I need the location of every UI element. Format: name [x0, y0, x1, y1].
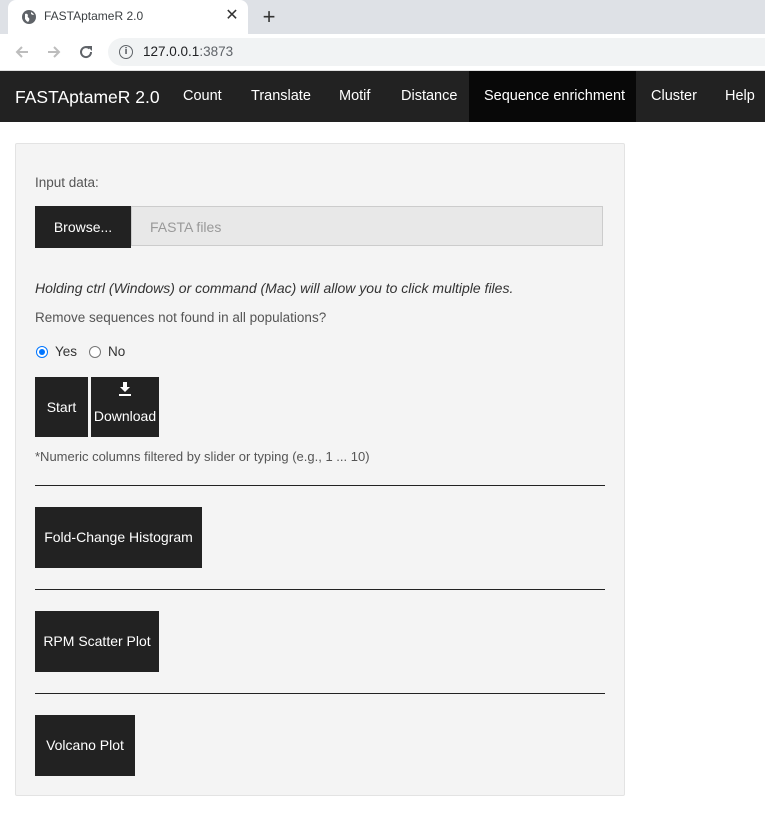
back-arrow-icon[interactable]: [12, 42, 32, 62]
divider: [35, 485, 605, 486]
forward-arrow-icon[interactable]: [44, 42, 64, 62]
tab-title: FASTAptameR 2.0: [44, 9, 144, 23]
sidebar-panel: Input data: Browse... FASTA files Holdin…: [15, 143, 625, 796]
rpm-scatter-plot-button[interactable]: RPM Scatter Plot: [35, 611, 159, 672]
app-navbar: FASTAptameR 2.0 Count Translate Motif Di…: [0, 71, 765, 122]
multi-select-hint: Holding ctrl (Windows) or command (Mac) …: [35, 280, 514, 296]
nav-item-motif[interactable]: Motif: [324, 71, 385, 122]
nav-item-translate[interactable]: Translate: [236, 71, 326, 122]
radio-yes-label[interactable]: Yes: [55, 344, 77, 359]
nav-item-cluster[interactable]: Cluster: [636, 71, 712, 122]
radio-yes[interactable]: [36, 346, 48, 358]
browser-tab[interactable]: FASTAptameR 2.0 ✕: [8, 0, 248, 34]
download-label: Download: [93, 408, 157, 424]
fold-change-histogram-button[interactable]: Fold-Change Histogram: [35, 507, 202, 568]
nav-item-count[interactable]: Count: [168, 71, 237, 122]
radio-no-label[interactable]: No: [108, 344, 125, 359]
browser-toolbar: i 127.0.0.1:3873: [0, 34, 765, 71]
browse-button[interactable]: Browse...: [35, 206, 131, 248]
reload-icon[interactable]: [76, 42, 96, 62]
divider: [35, 589, 605, 590]
start-button[interactable]: Start: [35, 377, 88, 437]
nav-item-help[interactable]: Help: [710, 71, 765, 122]
remove-sequences-label: Remove sequences not found in all popula…: [35, 310, 327, 325]
download-button[interactable]: Download: [91, 377, 159, 437]
numeric-filter-note: *Numeric columns filtered by slider or t…: [35, 449, 370, 464]
nav-item-sequence-enrichment[interactable]: Sequence enrichment: [469, 71, 636, 122]
url-text: 127.0.0.1:3873: [143, 44, 234, 59]
info-icon[interactable]: i: [119, 45, 133, 59]
download-icon: [119, 382, 131, 396]
browser-tab-bar: FASTAptameR 2.0 ✕ +: [0, 0, 765, 34]
input-data-label: Input data:: [35, 175, 99, 190]
divider: [35, 693, 605, 694]
address-bar[interactable]: i 127.0.0.1:3873: [108, 38, 765, 66]
plus-icon[interactable]: +: [259, 6, 279, 28]
globe-icon: [22, 10, 36, 24]
radio-no[interactable]: [89, 346, 101, 358]
close-icon[interactable]: ✕: [224, 8, 240, 24]
nav-item-distance[interactable]: Distance: [386, 71, 472, 122]
file-name-field[interactable]: FASTA files: [131, 206, 603, 246]
navbar-brand[interactable]: FASTAptameR 2.0: [15, 87, 160, 108]
volcano-plot-button[interactable]: Volcano Plot: [35, 715, 135, 776]
